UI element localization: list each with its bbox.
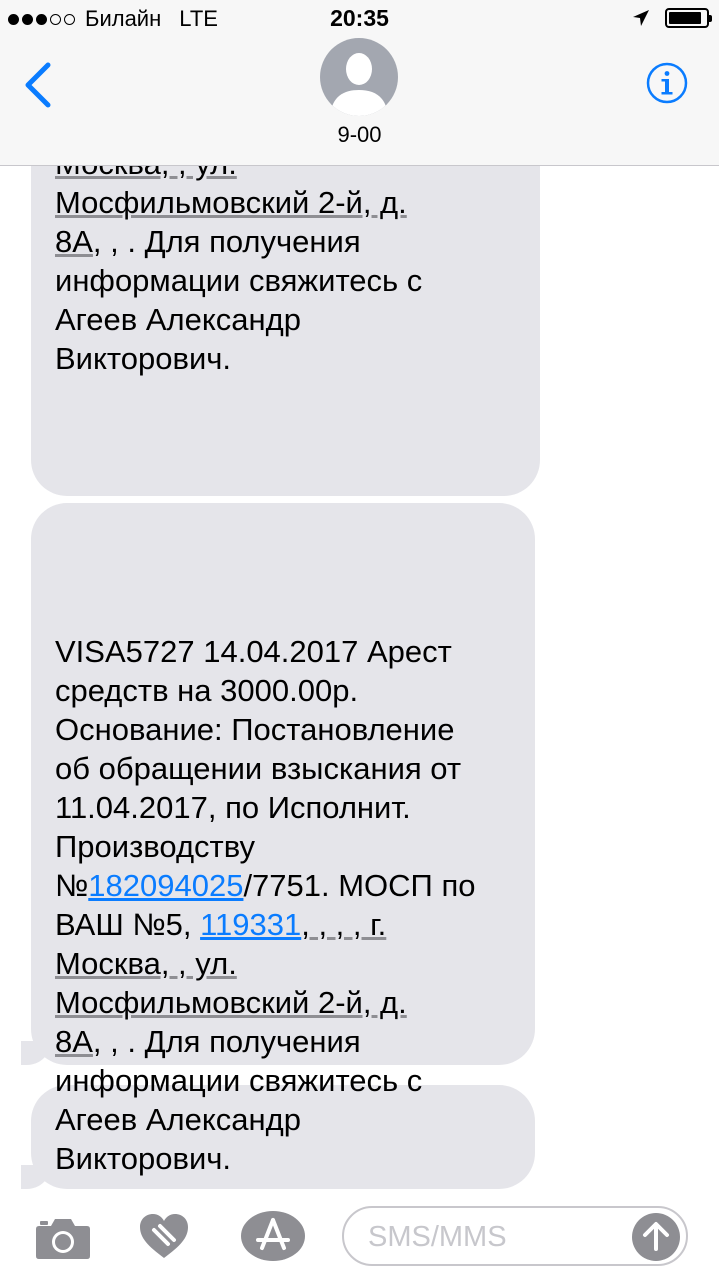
status-bar: Билайн LTE 20:35 xyxy=(0,0,719,40)
message-bubble[interactable]: VISA5727 14.04.2017 Арест средств на 300… xyxy=(1,503,535,1176)
message-list[interactable]: Производству №182094025/7751. МОСП по ВА… xyxy=(0,166,719,1196)
camera-icon[interactable] xyxy=(35,1216,91,1260)
message-text-segment: , , . Для получения информации свяжитесь… xyxy=(55,1024,423,1176)
status-right xyxy=(631,8,712,28)
message-text: Производству №182094025/7751. МОСП по ВА… xyxy=(55,166,518,378)
chevron-left-icon[interactable] xyxy=(18,60,58,110)
app-store-icon[interactable] xyxy=(240,1210,306,1262)
person-silhouette-icon xyxy=(330,53,388,116)
battery-icon xyxy=(665,8,712,28)
status-time: 20:35 xyxy=(330,5,389,31)
message-text: VISA5727 14.04.2017 Арест средств на 300… xyxy=(55,632,513,1178)
info-icon[interactable] xyxy=(645,61,689,105)
contact-avatar[interactable] xyxy=(320,38,398,116)
location-arrow-icon xyxy=(633,10,649,26)
bubble-tail xyxy=(21,1041,51,1065)
message-text-segment: VISA5727 14.04.2017 Арест средств на 300… xyxy=(55,634,462,903)
message-input-field[interactable] xyxy=(342,1206,688,1266)
send-arrow-icon xyxy=(643,1222,669,1251)
bubble-tail xyxy=(21,1165,51,1189)
message-bubble[interactable]: Производству №182094025/7751. МОСП по ВА… xyxy=(31,166,540,496)
phone-number-link[interactable]: 119331 xyxy=(200,907,301,942)
send-button[interactable] xyxy=(632,1213,680,1261)
contact-name[interactable]: 9-00 xyxy=(0,122,719,148)
message-text-segment: , , . Для получения информации свяжитесь… xyxy=(55,224,423,376)
compose-bar xyxy=(0,1196,719,1280)
heart-touch-icon[interactable] xyxy=(138,1212,190,1262)
phone-number-link[interactable]: 182094025 xyxy=(88,868,243,903)
message-input[interactable] xyxy=(366,1218,620,1256)
